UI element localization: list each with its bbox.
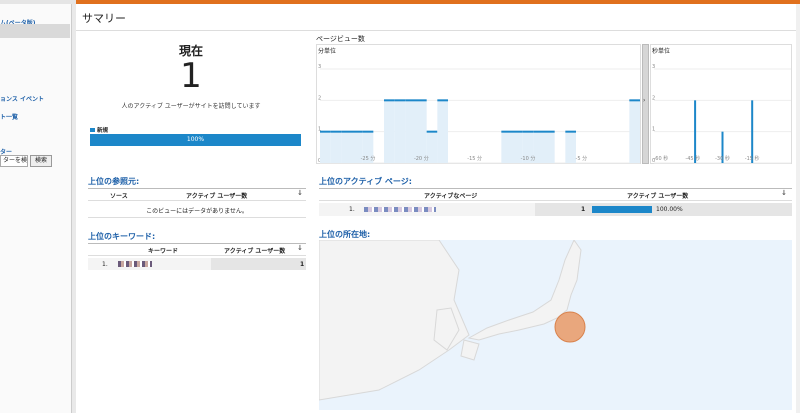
- row-rank: 1.: [349, 206, 355, 213]
- row-users: 1: [300, 261, 305, 268]
- keywords-col-users[interactable]: アクティブ ユーザー数: [224, 246, 285, 255]
- per-second-svg: 0123-60 秒 -45 秒 -30 秒 -15 秒: [652, 64, 791, 164]
- referrers-col-source[interactable]: ソース: [110, 191, 128, 200]
- bar-fill: [384, 100, 395, 163]
- keywords-header: キーワード アクティブ ユーザー数 ↓: [88, 244, 306, 256]
- sidebar-item-list[interactable]: ト一覧: [0, 112, 18, 121]
- bar-fill: [501, 131, 512, 163]
- pageviews-title: ページビュー数: [316, 35, 365, 43]
- sort-down-icon[interactable]: ↓: [297, 244, 303, 252]
- active-pages-header: アクティブなページ アクティブ ユーザー数 ↓: [319, 189, 792, 201]
- row-percent-bar: [592, 206, 652, 213]
- sidebar: ム(ベータ版) ョンス イベント ト一覧 ター ターを検索 検索: [0, 4, 72, 413]
- active-pages-col-page[interactable]: アクティブなページ: [424, 191, 477, 200]
- row-rank: 1.: [102, 261, 108, 268]
- row-percent: 100.00%: [656, 206, 683, 213]
- bar-fill: [544, 131, 555, 163]
- location-map[interactable]: [319, 240, 792, 410]
- y-tick-label: 2: [652, 95, 655, 101]
- scrollbar[interactable]: [796, 4, 800, 413]
- bar-fill: [330, 131, 342, 163]
- location-marker: [554, 311, 586, 343]
- active-pages-col-users[interactable]: アクティブ ユーザー数: [627, 191, 688, 200]
- referrers-empty: このビューにはデータがありません。: [146, 208, 248, 215]
- per-minute-chart: 分単位 0 1 2 3 -25 分 -20 分 -15 分 -10 分 -5 分: [316, 44, 641, 164]
- bar-fill: [341, 131, 352, 163]
- keywords-title: 上位のキーワード:: [88, 231, 306, 244]
- x-tick-label: -5 分: [576, 155, 588, 162]
- x-tick-label: -25 分: [361, 155, 376, 162]
- x-tick-label: -20 分: [414, 155, 429, 162]
- main-content: サマリー 現在 1 人のアクティブ ユーザーがサイトを訪問しています 新規 10…: [76, 4, 800, 413]
- keywords-col-keyword[interactable]: キーワード: [148, 246, 178, 255]
- table-row[interactable]: 1. 1 100.00%: [319, 203, 792, 216]
- legend-swatch: [90, 128, 95, 132]
- map-land-kyushu: [460, 339, 480, 361]
- active-user-count: 1: [180, 56, 202, 96]
- y-tick-label: 2: [318, 95, 321, 101]
- splitter-arrow-icon: ›: [643, 97, 646, 104]
- map-svg: [319, 240, 586, 401]
- sort-down-icon[interactable]: ↓: [297, 189, 303, 197]
- x-tick-label: -45 秒: [685, 155, 700, 162]
- referrers-divider: [88, 217, 306, 218]
- sidebar-item-events[interactable]: ョンス イベント: [0, 94, 44, 103]
- referrers-title: 上位の参照元:: [88, 176, 306, 189]
- page-title: サマリー: [82, 12, 126, 25]
- bar-fill: [437, 100, 448, 163]
- x-tick-label: -60 秒: [653, 155, 668, 162]
- bar-fill: [565, 131, 576, 163]
- bar-fill: [405, 100, 416, 163]
- bar: [751, 100, 754, 163]
- x-tick-label: -30 秒: [715, 155, 730, 162]
- active-pages-title: 上位のアクティブ ページ:: [319, 176, 792, 189]
- new-visitor-legend: 新規: [90, 126, 108, 134]
- per-second-chart: 秒単位 0 1 2 3 -60 秒 -45 秒 -30 秒 -15 秒: [650, 44, 792, 164]
- sidebar-search-button[interactable]: 検索: [30, 155, 52, 167]
- x-tick-label: -10 分: [521, 155, 536, 162]
- y-tick-label: 1: [652, 127, 655, 133]
- row-users-cell: [211, 258, 306, 270]
- referrers-header: ソース アクティブ ユーザー数 ↓: [88, 189, 306, 201]
- y-tick-label: 3: [652, 64, 655, 70]
- active-user-description: 人のアクティブ ユーザーがサイトを訪問しています: [121, 103, 261, 110]
- table-row[interactable]: 1. 1: [88, 258, 306, 270]
- row-users: 1: [581, 206, 586, 213]
- referrers-col-users[interactable]: アクティブ ユーザー数: [186, 191, 247, 200]
- bar-fill: [629, 100, 640, 163]
- page-redacted: [364, 207, 436, 212]
- header-divider: [76, 30, 800, 31]
- legend-label: 新規: [97, 128, 109, 134]
- bar-fill: [394, 100, 406, 163]
- x-tick-label: -15 秒: [745, 155, 760, 162]
- new-visitor-bar: 100%: [90, 134, 301, 146]
- keyword-redacted: [118, 261, 152, 267]
- per-minute-svg: 0123-25 分 -20 分 -15 分 -10 分 -5 分: [318, 64, 640, 164]
- bar-fill: [416, 100, 427, 163]
- bar: [694, 100, 697, 163]
- chart-splitter[interactable]: ›: [642, 44, 649, 164]
- x-tick-label: -15 分: [467, 155, 482, 162]
- sidebar-search-input[interactable]: ターを検索: [0, 155, 28, 167]
- sidebar-item-selected[interactable]: [0, 24, 70, 38]
- bar-fill: [320, 131, 331, 163]
- sort-down-icon[interactable]: ↓: [781, 189, 787, 197]
- y-tick-label: 3: [318, 64, 321, 70]
